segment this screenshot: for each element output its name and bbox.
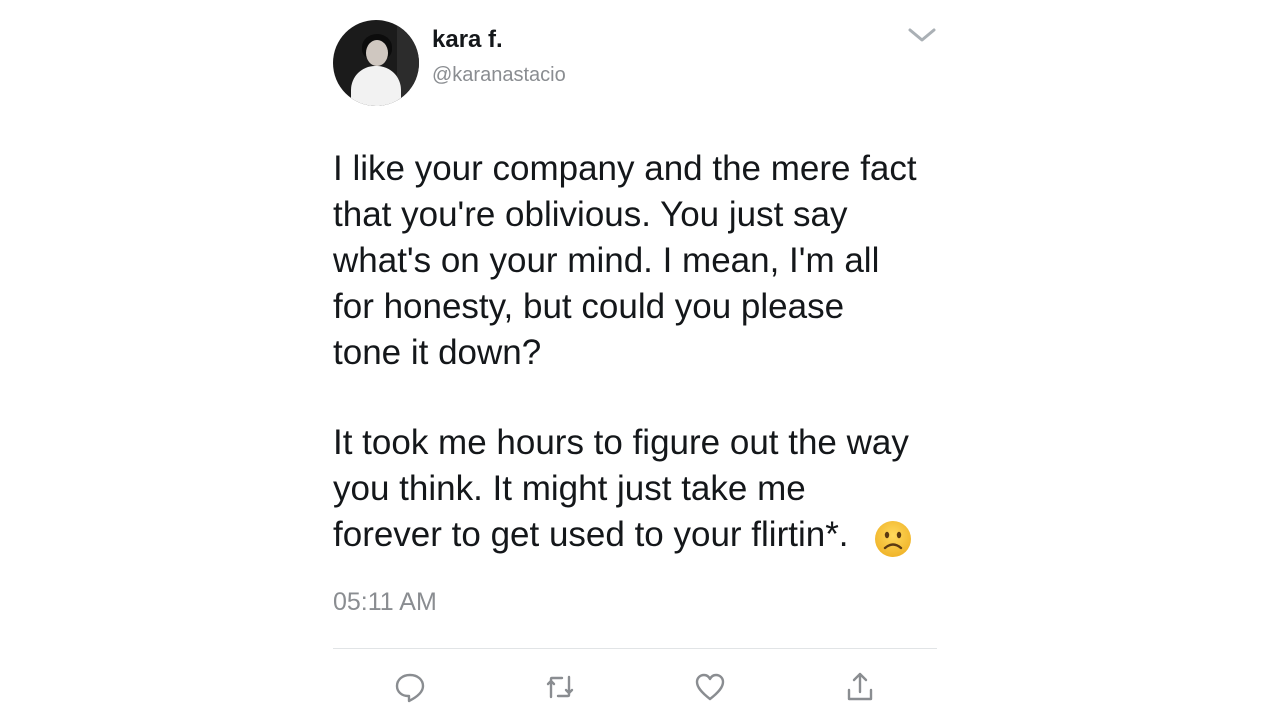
tweet-timestamp: 05:11 AM: [333, 588, 437, 616]
retweet-icon: [546, 675, 574, 699]
avatar-figure-body: [351, 66, 401, 106]
frowning-face-icon: [874, 520, 912, 558]
share-button[interactable]: [843, 670, 877, 704]
author-handle[interactable]: @karanastacio: [432, 64, 566, 87]
retweet-button[interactable]: [543, 670, 577, 704]
like-button[interactable]: [693, 670, 727, 704]
avatar-figure-face: [366, 40, 388, 66]
avatar[interactable]: [333, 20, 419, 106]
share-icon: [847, 672, 873, 701]
chevron-down-icon[interactable]: [907, 24, 937, 46]
speech-bubble-icon: [395, 673, 425, 703]
tweet-card: kara f. @karanastacio I like your compan…: [333, 18, 937, 720]
divider: [333, 648, 937, 649]
tweet-text-paragraph-2: It took me hours to figure out the way y…: [333, 423, 909, 554]
reply-button[interactable]: [393, 670, 427, 704]
heart-icon: [695, 673, 725, 701]
tweet-text-paragraph-1: I like your company and the mere fact th…: [333, 149, 917, 372]
author-display-name[interactable]: kara f.: [432, 26, 503, 54]
